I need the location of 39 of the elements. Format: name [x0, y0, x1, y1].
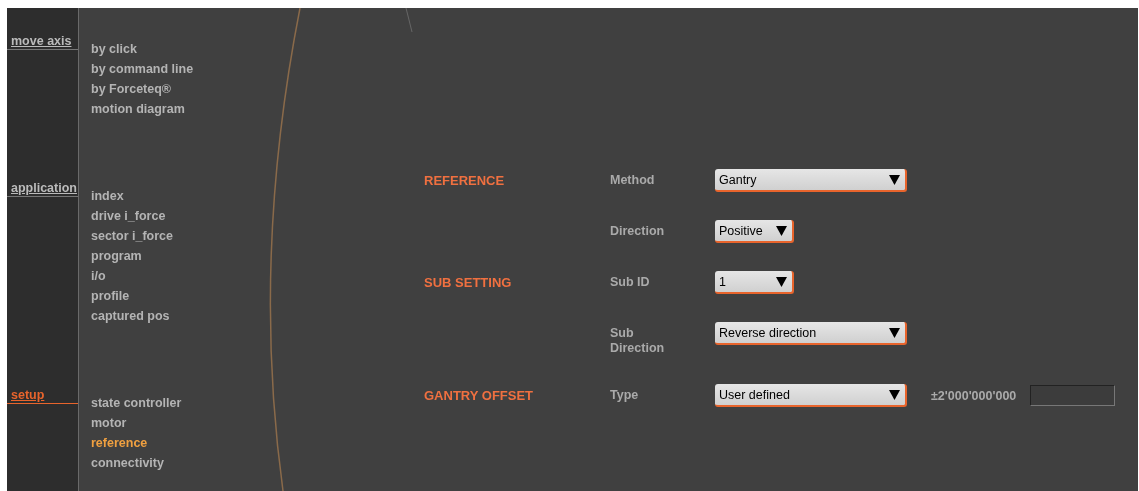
field-label: Sub Direction — [610, 326, 665, 355]
caret-icon — [776, 276, 787, 287]
nav-item[interactable]: motor — [91, 413, 127, 433]
nav-item[interactable]: by command line — [91, 59, 194, 79]
arc-line — [405, 8, 413, 32]
nav-item[interactable]: sector i_force — [91, 226, 173, 246]
nav-item[interactable]: program — [91, 246, 142, 266]
nav-item[interactable]: connectivity — [91, 453, 164, 473]
caret-icon — [889, 389, 900, 400]
nav-item[interactable]: motion diagram — [91, 99, 185, 119]
nav-item[interactable]: by Forceteq® — [91, 79, 172, 99]
nav-item[interactable]: profile — [91, 286, 130, 306]
nav-item[interactable]: reference — [91, 433, 148, 453]
dropdown[interactable]: Gantry — [715, 169, 907, 192]
nav-section-link[interactable]: move axis — [11, 34, 72, 48]
nav-item[interactable]: state controller — [91, 393, 182, 413]
dropdown[interactable]: User defined — [715, 384, 907, 407]
field-label: Type — [610, 388, 639, 402]
range-label: ±2'000'000'000 — [931, 388, 1017, 403]
input-field[interactable] — [1030, 385, 1116, 406]
field-label: Direction — [610, 224, 665, 238]
nav-section-link[interactable]: application — [11, 181, 77, 195]
caret-icon — [889, 327, 900, 338]
nav-item[interactable]: drive i_force — [91, 206, 166, 226]
dropdown[interactable]: 1 — [715, 271, 794, 294]
section-heading: GANTRY OFFSET — [424, 388, 534, 403]
nav-item[interactable]: by click — [91, 39, 137, 59]
field-label: Method — [610, 173, 655, 187]
nav-item[interactable]: index — [91, 186, 124, 206]
field-label: Sub ID — [610, 275, 650, 289]
dropdown[interactable]: Positive — [715, 220, 794, 243]
section-heading: REFERENCE — [424, 173, 505, 188]
nav-item[interactable]: captured pos — [91, 306, 170, 326]
caret-icon — [776, 225, 787, 236]
dropdown[interactable]: Reverse direction — [715, 322, 907, 345]
nav-section-link[interactable]: setup — [11, 388, 45, 402]
section-heading: SUB SETTING — [424, 275, 512, 290]
caret-icon — [889, 174, 900, 185]
nav-item[interactable]: i/o — [91, 266, 106, 286]
